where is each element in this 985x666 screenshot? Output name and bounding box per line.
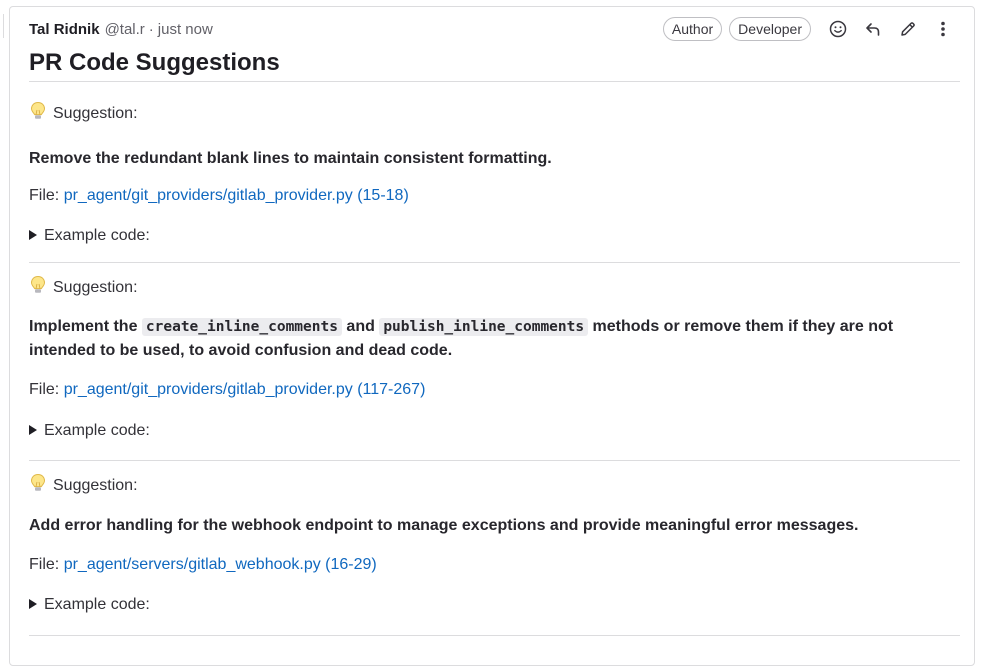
add-reaction-button[interactable] [823, 15, 853, 43]
more-actions-button[interactable] [928, 15, 958, 43]
divider [29, 460, 960, 461]
note-actions: Author Developer [662, 15, 958, 43]
description-text: and [341, 318, 380, 335]
reply-icon [866, 23, 880, 36]
reply-button[interactable] [858, 15, 888, 43]
comment-note: Tal Ridnik @tal.r · just now Author Deve… [9, 6, 975, 666]
lightbulb-icon [30, 101, 46, 119]
file-label: File: [29, 381, 60, 398]
pencil-icon [901, 22, 915, 36]
lightbulb-icon [30, 473, 46, 491]
suggestion-heading-label: Suggestion: [53, 477, 138, 494]
example-code-toggle[interactable]: Example code: [29, 422, 150, 440]
example-code-toggle[interactable]: Example code: [29, 596, 150, 614]
author-name[interactable]: Tal Ridnik [29, 21, 100, 38]
suggestion-heading: Suggestion: [29, 473, 138, 495]
page-title: PR Code Suggestions [29, 49, 280, 76]
disclosure-triangle-icon [29, 425, 37, 435]
suggestion-description: Implement the create_inline_comments and… [29, 315, 949, 362]
file-link[interactable]: pr_agent/git_providers/gitlab_provider.p… [64, 381, 426, 398]
file-label: File: [29, 187, 60, 204]
description-text: Implement the [29, 318, 142, 335]
disclosure-triangle-icon [29, 230, 37, 240]
file-link[interactable]: pr_agent/git_providers/gitlab_provider.p… [64, 187, 409, 204]
example-code-label: Example code: [44, 596, 150, 613]
inline-code: publish_inline_comments [379, 318, 589, 336]
example-code-toggle[interactable]: Example code: [29, 227, 150, 245]
author-handle[interactable]: @tal.r [105, 21, 145, 38]
divider [29, 81, 960, 82]
edit-button[interactable] [893, 15, 923, 43]
divider [29, 262, 960, 263]
suggestion-heading: Suggestion: [29, 101, 138, 123]
suggestion-heading-label: Suggestion: [53, 105, 138, 122]
file-link[interactable]: pr_agent/servers/gitlab_webhook.py (16-2… [64, 556, 377, 573]
note-header: Tal Ridnik @tal.r · just now Author Deve… [29, 17, 958, 41]
file-label: File: [29, 556, 60, 573]
file-reference: File: pr_agent/git_providers/gitlab_prov… [29, 187, 409, 205]
role-badge: Developer [729, 17, 811, 41]
smiley-icon [829, 20, 847, 38]
separator-dot: · [148, 20, 154, 38]
author-badge: Author [662, 17, 723, 41]
adjacent-thread-edge [0, 14, 4, 38]
timestamp[interactable]: just now [158, 21, 213, 38]
suggestion-description: Add error handling for the webhook endpo… [29, 517, 859, 534]
more-vertical-icon [941, 21, 945, 37]
suggestion-description: Remove the redundant blank lines to main… [29, 150, 552, 167]
file-reference: File: pr_agent/servers/gitlab_webhook.py… [29, 556, 377, 574]
inline-code: create_inline_comments [141, 318, 342, 336]
suggestion-heading: Suggestion: [29, 275, 138, 297]
suggestion-heading-label: Suggestion: [53, 279, 138, 296]
file-reference: File: pr_agent/git_providers/gitlab_prov… [29, 381, 425, 399]
example-code-label: Example code: [44, 422, 150, 439]
example-code-label: Example code: [44, 227, 150, 244]
lightbulb-icon [30, 275, 46, 293]
divider [29, 635, 960, 636]
disclosure-triangle-icon [29, 599, 37, 609]
